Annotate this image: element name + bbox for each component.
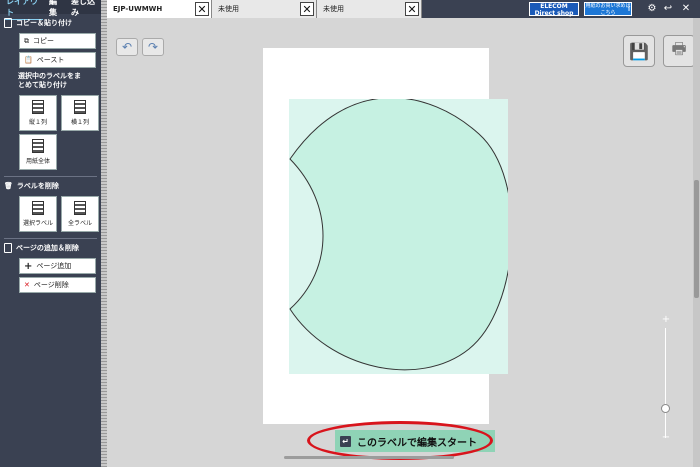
paste-horizontal-label: 横１列 [70, 119, 89, 126]
vertical-scrollbar[interactable] [693, 18, 700, 467]
paste-button[interactable]: 📋 ペースト [19, 52, 96, 68]
delete-all-button[interactable]: 全ラベル [61, 196, 99, 232]
delete-all-label: 全ラベル [67, 220, 92, 227]
delete-section-header: 🗑 ラベルを削除 [0, 177, 101, 193]
document-icon [4, 18, 12, 28]
paste-icon: 📋 [24, 56, 33, 64]
save-icon[interactable]: 💾 [623, 35, 655, 67]
add-page-button[interactable]: + ページ追加 [19, 258, 96, 274]
tab-label: 未使用 [323, 5, 344, 13]
label-shape[interactable] [289, 99, 508, 374]
paste-horizontal-button[interactable]: 横１列 [61, 95, 99, 131]
copy-section-title: コピー＆貼り付け [16, 19, 72, 27]
sheet-icon [74, 100, 86, 114]
paste-button-label: ペースト [36, 56, 65, 64]
delete-page-button[interactable]: ✕ ページ削除 [19, 277, 96, 293]
bulk-section-title: 選択中のラベルをまとめて貼り付け [18, 72, 81, 89]
page-section-title: ページの追加＆削除 [16, 244, 79, 252]
elecom-logo[interactable]: ELECOM Direct shop [529, 2, 579, 17]
back-icon[interactable]: ↩ [661, 2, 675, 16]
undo-icon[interactable]: ↶ [116, 38, 138, 56]
tab-label: 未使用 [218, 5, 239, 13]
left-sidebar: レイアウト 編集 差し込み コピー＆貼り付け ⧉ コピー 📋 ペースト 選択中の… [0, 0, 101, 467]
copy-button-label: コピー [33, 37, 54, 45]
sheet-icon [32, 139, 44, 153]
tab-merge[interactable]: 差し込み [69, 0, 101, 19]
delete-selected-button[interactable]: 選択ラベル [19, 196, 57, 232]
close-icon[interactable]: ✕ [300, 2, 314, 16]
editor-canvas: ↶ ↷ 💾 🖶 + − ↵ このラベルで編集スタート [107, 18, 695, 467]
zoom-out-icon[interactable]: − [661, 432, 671, 443]
paste-vertical-label: 縦１列 [28, 119, 47, 126]
info-icon[interactable]: i [622, 2, 636, 16]
vertical-scrollbar-thumb[interactable] [694, 180, 699, 298]
gear-icon[interactable]: ⚙ [645, 2, 659, 16]
paste-whole-button[interactable]: 用紙全体 [19, 134, 57, 170]
add-page-label: ページ追加 [36, 262, 72, 270]
paste-whole-label: 用紙全体 [25, 158, 50, 165]
page-section-header: ページの追加＆削除 [0, 239, 101, 255]
paste-vertical-button[interactable]: 縦１列 [19, 95, 57, 131]
trash-icon: 🗑 [4, 182, 13, 190]
x-icon: ✕ [24, 281, 30, 289]
delete-selected-label: 選択ラベル [22, 220, 53, 227]
sheet-delete-icon [74, 201, 86, 215]
document-tab-bar: EJP-UWMWH ✕ 未使用 ✕ 未使用 ✕ ELECOM Direct sh… [107, 0, 700, 18]
close-icon[interactable]: ✕ [195, 2, 209, 16]
tab-label: EJP-UWMWH [113, 5, 163, 13]
horizontal-scrollbar[interactable] [284, 456, 454, 459]
print-icon[interactable]: 🖶 [663, 35, 695, 67]
sidebar-tab-bar: レイアウト 編集 差し込み [0, 0, 101, 20]
sheet-icon [32, 100, 44, 114]
copy-icon: ⧉ [24, 36, 29, 45]
delete-page-label: ページ削除 [33, 281, 69, 289]
delete-section-title: ラベルを削除 [16, 182, 59, 190]
label-sheet [263, 48, 508, 424]
tab-edit[interactable]: 編集 [47, 0, 65, 19]
zoom-in-icon[interactable]: + [661, 314, 671, 325]
copy-button[interactable]: ⧉ コピー [19, 33, 96, 49]
redo-icon[interactable]: ↷ [142, 38, 164, 56]
enter-icon: ↵ [340, 435, 351, 447]
document-tab[interactable]: EJP-UWMWH ✕ [107, 0, 212, 18]
document-icon [4, 243, 12, 253]
document-tab[interactable]: 未使用 ✕ [212, 0, 317, 18]
document-tab[interactable]: 未使用 ✕ [317, 0, 422, 18]
start-editing-button[interactable]: ↵ このラベルで編集スタート [335, 430, 495, 452]
sheet-delete-icon [32, 201, 44, 215]
start-editing-label: このラベルで編集スタート [357, 437, 477, 449]
plus-icon: + [24, 260, 33, 272]
zoom-slider-handle[interactable] [661, 404, 670, 413]
tab-layout[interactable]: レイアウト [4, 0, 43, 20]
zoom-slider[interactable] [665, 328, 666, 438]
close-app-icon[interactable]: ✕ [679, 2, 693, 16]
close-icon[interactable]: ✕ [405, 2, 419, 16]
